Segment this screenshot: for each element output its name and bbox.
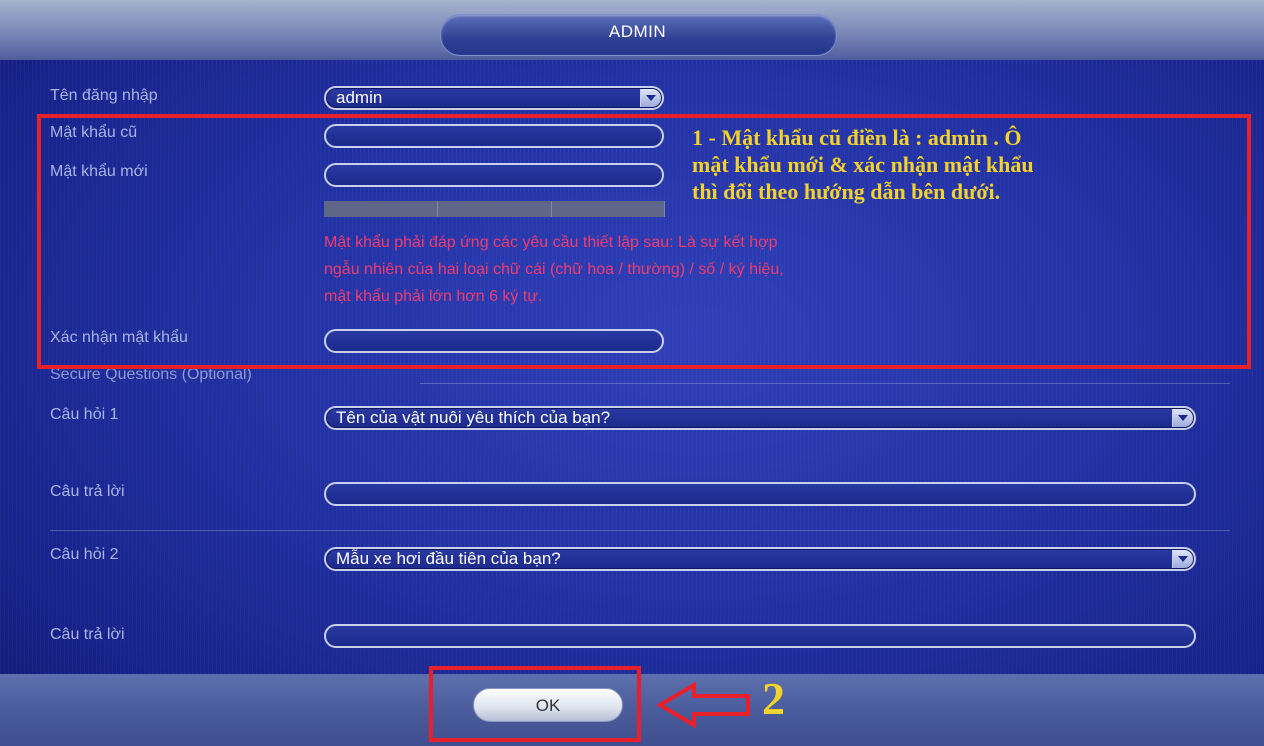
left-arrow-icon xyxy=(656,682,750,728)
answer1-label: Câu trả lời xyxy=(50,483,125,500)
answer1-input[interactable] xyxy=(324,482,1196,506)
highlight-box-ok xyxy=(429,666,641,742)
question2-select[interactable]: Mẫu xe hơi đầu tiên của bạn? xyxy=(324,547,1196,571)
annotation-line: mật khẩu mới & xác nhận mật khẩu xyxy=(692,152,1034,177)
page-title: ADMIN xyxy=(608,22,667,41)
answer2-input[interactable] xyxy=(324,624,1196,648)
question1-value: Tên của vật nuôi yêu thích của bạn? xyxy=(336,408,611,427)
section-divider xyxy=(50,530,1230,531)
question2-value: Mẫu xe hơi đầu tiên của bạn? xyxy=(336,549,561,568)
chevron-down-icon[interactable] xyxy=(1172,550,1193,568)
annotation-line: thì đổi theo hướng dẫn bên dưới. xyxy=(692,179,1001,204)
annotation-line: 1 - Mật khẩu cũ điền là : admin . Ô xyxy=(692,125,1022,150)
chevron-down-icon[interactable] xyxy=(1172,409,1193,427)
username-label: Tên đăng nhập xyxy=(50,87,158,104)
username-value: admin xyxy=(336,88,383,107)
section-divider xyxy=(420,383,1230,384)
question1-label: Câu hỏi 1 xyxy=(50,406,119,423)
step-number: 2 xyxy=(762,673,785,724)
chevron-down-icon[interactable] xyxy=(640,89,661,107)
question2-label: Câu hỏi 2 xyxy=(50,546,119,563)
question1-select[interactable]: Tên của vật nuôi yêu thích của bạn? xyxy=(324,406,1196,430)
answer2-label: Câu trả lời xyxy=(50,626,125,643)
annotation-note: 1 - Mật khẩu cũ điền là : admin . Ô mật … xyxy=(692,124,1212,205)
username-select[interactable]: admin xyxy=(324,86,664,110)
